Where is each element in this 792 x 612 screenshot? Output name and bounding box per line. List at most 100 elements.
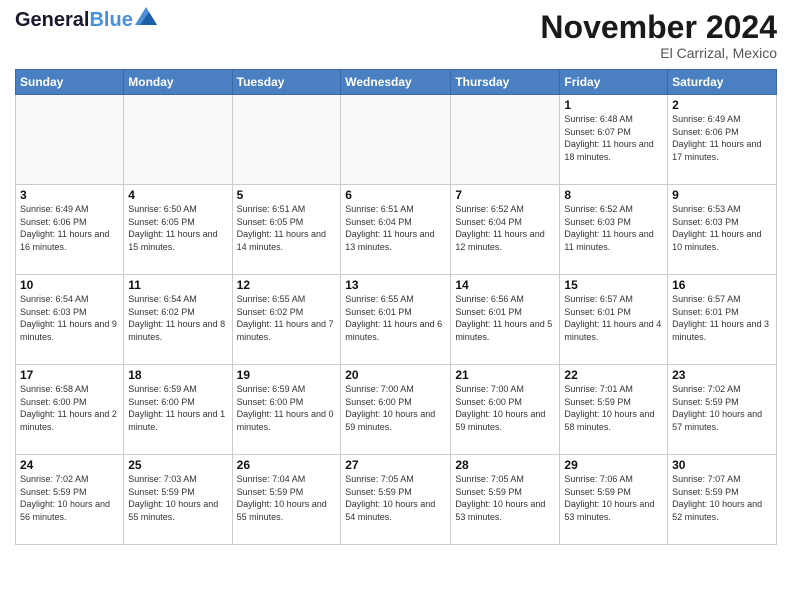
- day-info: Sunrise: 6:52 AM Sunset: 6:04 PM Dayligh…: [455, 203, 555, 253]
- day-number: 21: [455, 368, 555, 382]
- day-info: Sunrise: 7:06 AM Sunset: 5:59 PM Dayligh…: [564, 473, 663, 523]
- calendar-cell: [232, 95, 341, 185]
- calendar-cell: 1Sunrise: 6:48 AM Sunset: 6:07 PM Daylig…: [560, 95, 668, 185]
- day-info: Sunrise: 7:03 AM Sunset: 5:59 PM Dayligh…: [128, 473, 227, 523]
- day-number: 29: [564, 458, 663, 472]
- day-number: 24: [20, 458, 119, 472]
- calendar-week-4: 24Sunrise: 7:02 AM Sunset: 5:59 PM Dayli…: [16, 455, 777, 545]
- calendar-cell: 22Sunrise: 7:01 AM Sunset: 5:59 PM Dayli…: [560, 365, 668, 455]
- calendar-cell: 28Sunrise: 7:05 AM Sunset: 5:59 PM Dayli…: [451, 455, 560, 545]
- calendar-cell: [341, 95, 451, 185]
- calendar-cell: 15Sunrise: 6:57 AM Sunset: 6:01 PM Dayli…: [560, 275, 668, 365]
- calendar-cell: [124, 95, 232, 185]
- calendar-cell: 16Sunrise: 6:57 AM Sunset: 6:01 PM Dayli…: [668, 275, 777, 365]
- col-monday: Monday: [124, 70, 232, 95]
- day-number: 2: [672, 98, 772, 112]
- day-info: Sunrise: 6:55 AM Sunset: 6:01 PM Dayligh…: [345, 293, 446, 343]
- day-number: 16: [672, 278, 772, 292]
- day-number: 28: [455, 458, 555, 472]
- logo-text: GeneralBlue: [15, 10, 133, 30]
- col-wednesday: Wednesday: [341, 70, 451, 95]
- day-info: Sunrise: 7:02 AM Sunset: 5:59 PM Dayligh…: [20, 473, 119, 523]
- day-info: Sunrise: 6:59 AM Sunset: 6:00 PM Dayligh…: [237, 383, 337, 433]
- day-info: Sunrise: 6:54 AM Sunset: 6:02 PM Dayligh…: [128, 293, 227, 343]
- logo: GeneralBlue: [15, 10, 157, 30]
- day-number: 13: [345, 278, 446, 292]
- logo-icon: [135, 7, 157, 25]
- day-info: Sunrise: 6:57 AM Sunset: 6:01 PM Dayligh…: [672, 293, 772, 343]
- calendar-cell: 23Sunrise: 7:02 AM Sunset: 5:59 PM Dayli…: [668, 365, 777, 455]
- col-sunday: Sunday: [16, 70, 124, 95]
- day-number: 8: [564, 188, 663, 202]
- calendar-cell: 12Sunrise: 6:55 AM Sunset: 6:02 PM Dayli…: [232, 275, 341, 365]
- calendar-cell: 26Sunrise: 7:04 AM Sunset: 5:59 PM Dayli…: [232, 455, 341, 545]
- day-number: 20: [345, 368, 446, 382]
- calendar-cell: 5Sunrise: 6:51 AM Sunset: 6:05 PM Daylig…: [232, 185, 341, 275]
- calendar-cell: 29Sunrise: 7:06 AM Sunset: 5:59 PM Dayli…: [560, 455, 668, 545]
- calendar-cell: 3Sunrise: 6:49 AM Sunset: 6:06 PM Daylig…: [16, 185, 124, 275]
- day-info: Sunrise: 6:58 AM Sunset: 6:00 PM Dayligh…: [20, 383, 119, 433]
- calendar-cell: 30Sunrise: 7:07 AM Sunset: 5:59 PM Dayli…: [668, 455, 777, 545]
- day-number: 19: [237, 368, 337, 382]
- calendar-cell: 7Sunrise: 6:52 AM Sunset: 6:04 PM Daylig…: [451, 185, 560, 275]
- day-number: 15: [564, 278, 663, 292]
- day-number: 4: [128, 188, 227, 202]
- day-number: 11: [128, 278, 227, 292]
- day-number: 27: [345, 458, 446, 472]
- logo-blue: Blue: [89, 9, 132, 31]
- day-info: Sunrise: 6:53 AM Sunset: 6:03 PM Dayligh…: [672, 203, 772, 253]
- day-info: Sunrise: 7:07 AM Sunset: 5:59 PM Dayligh…: [672, 473, 772, 523]
- day-info: Sunrise: 6:48 AM Sunset: 6:07 PM Dayligh…: [564, 113, 663, 163]
- day-number: 30: [672, 458, 772, 472]
- day-info: Sunrise: 6:56 AM Sunset: 6:01 PM Dayligh…: [455, 293, 555, 343]
- calendar-cell: 20Sunrise: 7:00 AM Sunset: 6:00 PM Dayli…: [341, 365, 451, 455]
- day-info: Sunrise: 7:05 AM Sunset: 5:59 PM Dayligh…: [345, 473, 446, 523]
- calendar-cell: 21Sunrise: 7:00 AM Sunset: 6:00 PM Dayli…: [451, 365, 560, 455]
- day-number: 12: [237, 278, 337, 292]
- day-number: 18: [128, 368, 227, 382]
- month-title: November 2024: [540, 10, 777, 45]
- page: GeneralBlue November 2024 El Carrizal, M…: [0, 0, 792, 555]
- calendar-cell: 10Sunrise: 6:54 AM Sunset: 6:03 PM Dayli…: [16, 275, 124, 365]
- day-info: Sunrise: 7:02 AM Sunset: 5:59 PM Dayligh…: [672, 383, 772, 433]
- calendar-cell: 17Sunrise: 6:58 AM Sunset: 6:00 PM Dayli…: [16, 365, 124, 455]
- day-info: Sunrise: 6:51 AM Sunset: 6:04 PM Dayligh…: [345, 203, 446, 253]
- location-subtitle: El Carrizal, Mexico: [540, 45, 777, 61]
- day-info: Sunrise: 6:54 AM Sunset: 6:03 PM Dayligh…: [20, 293, 119, 343]
- calendar-cell: 24Sunrise: 7:02 AM Sunset: 5:59 PM Dayli…: [16, 455, 124, 545]
- day-number: 7: [455, 188, 555, 202]
- day-info: Sunrise: 7:05 AM Sunset: 5:59 PM Dayligh…: [455, 473, 555, 523]
- day-number: 17: [20, 368, 119, 382]
- day-number: 22: [564, 368, 663, 382]
- day-number: 9: [672, 188, 772, 202]
- day-info: Sunrise: 6:49 AM Sunset: 6:06 PM Dayligh…: [20, 203, 119, 253]
- calendar-cell: [16, 95, 124, 185]
- day-info: Sunrise: 7:01 AM Sunset: 5:59 PM Dayligh…: [564, 383, 663, 433]
- day-number: 3: [20, 188, 119, 202]
- col-tuesday: Tuesday: [232, 70, 341, 95]
- day-info: Sunrise: 6:50 AM Sunset: 6:05 PM Dayligh…: [128, 203, 227, 253]
- calendar-cell: 8Sunrise: 6:52 AM Sunset: 6:03 PM Daylig…: [560, 185, 668, 275]
- calendar-cell: 13Sunrise: 6:55 AM Sunset: 6:01 PM Dayli…: [341, 275, 451, 365]
- calendar-cell: 2Sunrise: 6:49 AM Sunset: 6:06 PM Daylig…: [668, 95, 777, 185]
- day-info: Sunrise: 6:52 AM Sunset: 6:03 PM Dayligh…: [564, 203, 663, 253]
- calendar-week-0: 1Sunrise: 6:48 AM Sunset: 6:07 PM Daylig…: [16, 95, 777, 185]
- calendar-cell: 9Sunrise: 6:53 AM Sunset: 6:03 PM Daylig…: [668, 185, 777, 275]
- day-number: 25: [128, 458, 227, 472]
- day-info: Sunrise: 6:49 AM Sunset: 6:06 PM Dayligh…: [672, 113, 772, 163]
- calendar-cell: 4Sunrise: 6:50 AM Sunset: 6:05 PM Daylig…: [124, 185, 232, 275]
- day-number: 23: [672, 368, 772, 382]
- col-thursday: Thursday: [451, 70, 560, 95]
- day-info: Sunrise: 7:00 AM Sunset: 6:00 PM Dayligh…: [345, 383, 446, 433]
- day-info: Sunrise: 6:59 AM Sunset: 6:00 PM Dayligh…: [128, 383, 227, 433]
- logo-general: General: [15, 9, 89, 31]
- day-number: 14: [455, 278, 555, 292]
- day-number: 10: [20, 278, 119, 292]
- day-info: Sunrise: 7:00 AM Sunset: 6:00 PM Dayligh…: [455, 383, 555, 433]
- day-number: 6: [345, 188, 446, 202]
- col-friday: Friday: [560, 70, 668, 95]
- calendar-week-2: 10Sunrise: 6:54 AM Sunset: 6:03 PM Dayli…: [16, 275, 777, 365]
- calendar-cell: [451, 95, 560, 185]
- calendar-cell: 18Sunrise: 6:59 AM Sunset: 6:00 PM Dayli…: [124, 365, 232, 455]
- day-info: Sunrise: 7:04 AM Sunset: 5:59 PM Dayligh…: [237, 473, 337, 523]
